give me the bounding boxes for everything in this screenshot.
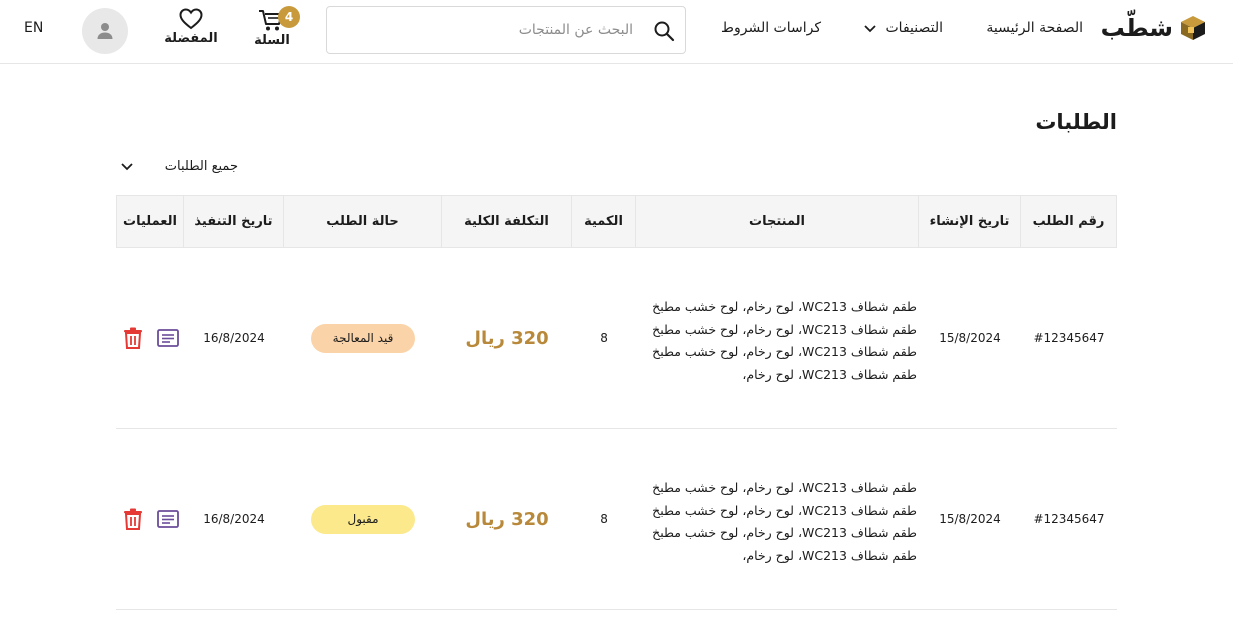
header-quantity: الكمية (571, 196, 635, 247)
total-cost: 320 ريال (465, 508, 549, 530)
top-header: شطّب الصفحة الرئيسية التصنيفات كراسات ال… (0, 0, 1233, 64)
view-details-button[interactable] (157, 329, 179, 347)
header-execution-date: تاريخ التنفيذ (183, 196, 283, 247)
favorites-label: المفضلة (164, 31, 218, 46)
page-title: الطلبات (1035, 110, 1117, 134)
product-line: طقم شطاف WC213، لوح رخام، لوح خشب مطبخ (652, 321, 917, 337)
products-list: طقم شطاف WC213، لوح رخام، لوح خشب مطبخ ط… (636, 296, 919, 386)
products-cell: طقم شطاف WC213، لوح رخام، لوح خشب مطبخ ط… (636, 429, 919, 609)
product-line: طقم شطاف WC213، لوح رخام، لوح خشب مطبخ (652, 480, 917, 495)
chevron-down-icon (863, 25, 876, 33)
cart-label: السلة (254, 33, 290, 48)
order-number[interactable]: #12345647 (1021, 429, 1117, 609)
delete-order-button[interactable] (123, 327, 143, 349)
created-date: 15/8/2024 (939, 331, 1001, 345)
delete-order-button[interactable] (123, 508, 143, 530)
table-header: رقم الطلب تاريخ الإنشاء المنتجات الكمية … (116, 195, 1117, 248)
status-badge: مقبول (311, 504, 415, 534)
total-cost-cell: 320 ريال (442, 429, 572, 609)
quantity: 8 (600, 331, 608, 345)
header-products: المنتجات (635, 196, 918, 247)
orders-filter-label: جميع الطلبات (164, 158, 238, 174)
quantity: 8 (600, 512, 608, 526)
total-cost: 320 ريال (465, 327, 549, 349)
search-icon[interactable] (653, 20, 675, 42)
details-icon (157, 329, 179, 347)
header-actions: العمليات (123, 214, 177, 229)
brand-logo[interactable]: شطّب (1101, 14, 1207, 42)
product-line: طقم شطاف WC213، لوح رخام، لوح خشب مطبخ (652, 525, 917, 540)
actions-cell (118, 248, 184, 428)
trash-icon (124, 327, 142, 349)
chevron-down-icon (121, 163, 133, 171)
product-line: طقم شطاف WC213، لوح رخام، (742, 547, 917, 563)
header-status: حالة الطلب (283, 196, 441, 247)
status-cell: قيد المعالجة (284, 248, 442, 428)
execution-date: 16/8/2024 (203, 512, 265, 526)
total-cost-cell: 320 ريال (442, 248, 572, 428)
order-number[interactable]: #12345647 (1021, 248, 1117, 428)
header-created-date: تاريخ الإنشاء (918, 196, 1020, 247)
nav-terms[interactable]: كراسات الشروط (721, 20, 821, 36)
nav-categories[interactable]: التصنيفات (862, 20, 944, 36)
product-line: طقم شطاف WC213، لوح رخام، لوح خشب مطبخ (652, 344, 917, 359)
orders-filter-dropdown[interactable]: جميع الطلبات (118, 154, 238, 178)
table-row: #12345647 15/8/2024 طقم شطاف WC213، لوح … (116, 429, 1117, 610)
products-list: طقم شطاف WC213، لوح رخام، لوح خشب مطبخ ط… (636, 477, 919, 567)
status-cell: مقبول (284, 429, 442, 609)
view-details-button[interactable] (157, 510, 179, 528)
heart-icon (179, 8, 203, 30)
created-date: 15/8/2024 (939, 512, 1001, 526)
box-logo-icon (1181, 16, 1205, 40)
status-badge: قيد المعالجة (311, 323, 415, 353)
search-box (326, 6, 686, 54)
cart-button[interactable]: 4 السلة (250, 6, 300, 52)
favorites-button[interactable]: المفضلة (160, 8, 222, 52)
cart-count-badge: 4 (278, 6, 300, 28)
table-row: #12345647 15/8/2024 طقم شطاف WC213، لوح … (116, 248, 1117, 429)
search-input[interactable] (327, 7, 685, 53)
product-line: طقم شطاف WC213، لوح رخام، لوح خشب مطبخ (652, 299, 917, 314)
actions-cell (118, 429, 184, 609)
brand-name: شطّب (1100, 14, 1173, 42)
header-order-number: رقم الطلب (1020, 196, 1116, 247)
products-cell: طقم شطاف WC213، لوح رخام، لوح خشب مطبخ ط… (636, 248, 919, 428)
trash-icon (124, 508, 142, 530)
header-total-cost: التكلفة الكلية (441, 196, 571, 247)
avatar[interactable] (82, 8, 128, 54)
details-icon (157, 510, 179, 528)
user-icon (97, 23, 113, 39)
language-toggle[interactable]: EN (24, 20, 43, 36)
product-line: طقم شطاف WC213، لوح رخام، (742, 366, 917, 382)
nav-home[interactable]: الصفحة الرئيسية (986, 20, 1083, 36)
nav-categories-label: التصنيفات (885, 20, 944, 36)
product-line: طقم شطاف WC213، لوح رخام، لوح خشب مطبخ (652, 502, 917, 518)
orders-table: رقم الطلب تاريخ الإنشاء المنتجات الكمية … (116, 195, 1117, 610)
execution-date: 16/8/2024 (203, 331, 265, 345)
